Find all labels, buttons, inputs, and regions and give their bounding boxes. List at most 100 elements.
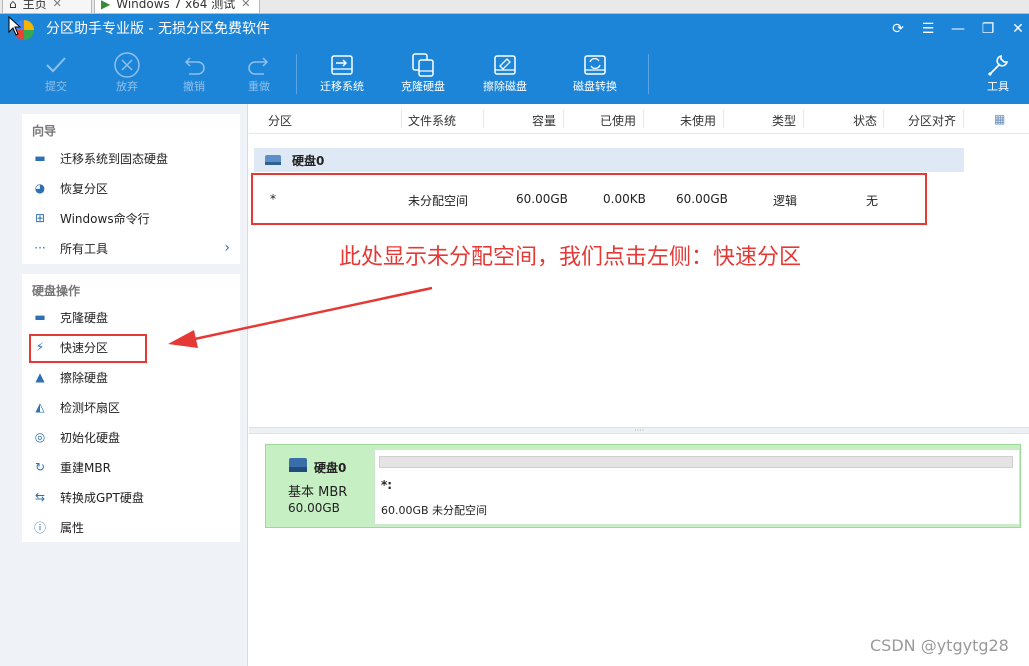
toolbar-divider xyxy=(296,54,297,94)
discard-label: 放弃 xyxy=(116,80,138,93)
convert-icon: ⇆ xyxy=(34,490,46,504)
disk-map-partition-name: *: xyxy=(381,478,393,492)
col-partition[interactable]: 分区 xyxy=(268,112,292,129)
partition-type: 逻辑 xyxy=(773,194,798,208)
chart-icon: ◭ xyxy=(35,400,45,414)
init-icon: ◎ xyxy=(34,430,46,444)
disk-map[interactable]: 硬盘0 基本 MBR 60.00GB *: 60.00GB 未分配空间 xyxy=(265,444,1021,528)
cancel-circle-icon xyxy=(95,50,159,80)
host-tab-vm[interactable]: ▶ Windows 7 x64 测试 ✕ xyxy=(94,0,260,13)
disk-op-convert-gpt[interactable]: ⇆ 转换成GPT硬盘 xyxy=(32,486,232,508)
disk-op-rebuild-mbr[interactable]: ↻ 重建MBR xyxy=(32,456,232,478)
convert-label: 磁盘转换 xyxy=(573,80,617,93)
vm-icon: ▶ xyxy=(101,0,111,11)
annotation-arrow xyxy=(168,286,433,348)
col-used[interactable]: 已使用 xyxy=(600,112,636,129)
submit-label: 提交 xyxy=(45,80,67,93)
close-icon[interactable]: ✕ xyxy=(53,0,62,13)
guide-item-label: 恢复分区 xyxy=(60,181,109,196)
col-status[interactable]: 状态 xyxy=(853,112,877,129)
clone-disk-button[interactable]: 克隆硬盘 xyxy=(391,50,455,100)
chevron-right-icon: › xyxy=(224,240,230,256)
disk-op-label: 属性 xyxy=(60,520,85,535)
guide-item-migrate-ssd[interactable]: ▬ 迁移系统到固态硬盘 xyxy=(32,147,232,169)
column-divider xyxy=(643,110,644,128)
disk-op-init[interactable]: ◎ 初始化硬盘 xyxy=(32,426,232,448)
submit-button[interactable]: 提交 xyxy=(24,50,88,100)
disk-op-label: 检测坏扇区 xyxy=(60,400,121,415)
clone-disk-icon: ▬ xyxy=(34,310,46,324)
disk-icon xyxy=(289,458,307,472)
restore-button[interactable]: ❐ xyxy=(979,21,997,37)
annotation-text: 此处显示未分配空间，我们点击左侧：快速分区 xyxy=(339,245,802,270)
more-icon: ··· xyxy=(34,241,46,255)
disk-op-properties[interactable]: ⓘ 属性 xyxy=(32,516,232,538)
windows-icon: ⊞ xyxy=(34,211,46,225)
migrate-system-button[interactable]: 迁移系统 xyxy=(310,50,374,100)
undo-icon xyxy=(162,50,226,80)
migrate-drive-icon xyxy=(310,50,374,80)
guide-item-windows-cmd[interactable]: ⊞ Windows命令行 xyxy=(32,207,232,229)
column-settings-icon[interactable]: ▦ xyxy=(994,112,1005,126)
redo-button[interactable]: 重做 xyxy=(227,50,291,100)
drive-icon: ▬ xyxy=(34,151,46,165)
title-bar: 分区助手专业版 - 无损分区免费软件 ⟳ ☰ — ❐ ✕ xyxy=(0,14,1029,44)
left-panel: 向导 ▬ 迁移系统到固态硬盘 ◕ 恢复分区 ⊞ Windows命令行 ··· 所… xyxy=(0,104,248,666)
rebuild-icon: ↻ xyxy=(34,460,46,474)
redo-icon xyxy=(227,50,291,80)
pane-splitter[interactable]: ···· xyxy=(249,426,1029,435)
partition-fs: 未分配空间 xyxy=(408,194,469,208)
disk-map-partition-desc: 60.00GB 未分配空间 xyxy=(381,504,488,517)
disk-label: 硬盘0 xyxy=(292,153,325,168)
grip-icon: ···· xyxy=(634,426,645,435)
wipe-disk-button[interactable]: 擦除磁盘 xyxy=(473,50,537,100)
broom-icon: ▲ xyxy=(35,370,45,384)
pie-icon: ◕ xyxy=(34,181,46,195)
convert-disk-icon xyxy=(563,50,627,80)
disk-convert-button[interactable]: 磁盘转换 xyxy=(563,50,627,100)
host-tab-vm-label: Windows 7 x64 测试 xyxy=(116,0,236,11)
disk-row[interactable]: 硬盘0 xyxy=(254,148,964,172)
mouse-cursor-icon xyxy=(8,16,22,36)
wrench-icon xyxy=(970,50,1026,80)
toolbar-divider xyxy=(648,54,649,94)
undo-button[interactable]: 撤销 xyxy=(162,50,226,100)
disk-op-label: 初始化硬盘 xyxy=(60,430,121,445)
close-button[interactable]: ✕ xyxy=(1009,21,1027,37)
disk-op-wipe[interactable]: ▲ 擦除硬盘 xyxy=(32,366,232,388)
col-type[interactable]: 类型 xyxy=(772,112,796,129)
guide-item-label: Windows命令行 xyxy=(60,211,150,226)
host-tab-home-label: 主页 xyxy=(22,0,47,11)
minimize-button[interactable]: — xyxy=(949,21,967,37)
disk-map-partition[interactable]: *: 60.00GB 未分配空间 xyxy=(374,449,1020,525)
tools-button[interactable]: 工具 xyxy=(970,50,1026,100)
disk-op-bad-sector[interactable]: ◭ 检测坏扇区 xyxy=(32,396,232,418)
guide-card: 向导 ▬ 迁移系统到固态硬盘 ◕ 恢复分区 ⊞ Windows命令行 ··· 所… xyxy=(22,114,240,264)
partition-row[interactable]: * 未分配空间 60.00GB 0.00KB 60.00GB 逻辑 无 xyxy=(249,174,1029,224)
column-divider xyxy=(483,110,484,128)
partition-table-header: 分区 文件系统 容量 已使用 未使用 类型 状态 分区对齐 ▦ xyxy=(249,104,1029,134)
refresh-icon[interactable]: ⟳ xyxy=(889,21,907,37)
discard-button[interactable]: 放弃 xyxy=(95,50,159,100)
column-divider xyxy=(963,110,964,128)
watermark: CSDN @ytgytg28 xyxy=(870,636,1009,655)
close-icon[interactable]: ✕ xyxy=(241,0,250,13)
check-icon xyxy=(24,50,88,80)
guide-item-all-tools[interactable]: ··· 所有工具 › xyxy=(32,237,232,259)
window-title: 分区助手专业版 - 无损分区免费软件 xyxy=(46,21,270,37)
menu-icon[interactable]: ☰ xyxy=(919,21,937,37)
col-filesystem[interactable]: 文件系统 xyxy=(408,112,456,129)
disk-map-type: 基本 MBR xyxy=(288,485,348,500)
col-alignment[interactable]: 分区对齐 xyxy=(908,112,956,129)
wipe-label: 擦除磁盘 xyxy=(483,80,527,93)
col-capacity[interactable]: 容量 xyxy=(532,112,556,129)
disk-map-size: 60.00GB xyxy=(288,501,340,515)
col-unused[interactable]: 未使用 xyxy=(680,112,716,129)
host-tab-home[interactable]: ⌂ 主页 ✕ xyxy=(2,0,92,13)
wipe-disk-icon xyxy=(473,50,537,80)
disk-op-label: 转换成GPT硬盘 xyxy=(60,490,144,505)
clone-disk-icon xyxy=(391,50,455,80)
disk-op-label: 擦除硬盘 xyxy=(60,370,109,385)
guide-item-recover-partition[interactable]: ◕ 恢复分区 xyxy=(32,177,232,199)
disk-op-label: 快速分区 xyxy=(60,340,109,355)
